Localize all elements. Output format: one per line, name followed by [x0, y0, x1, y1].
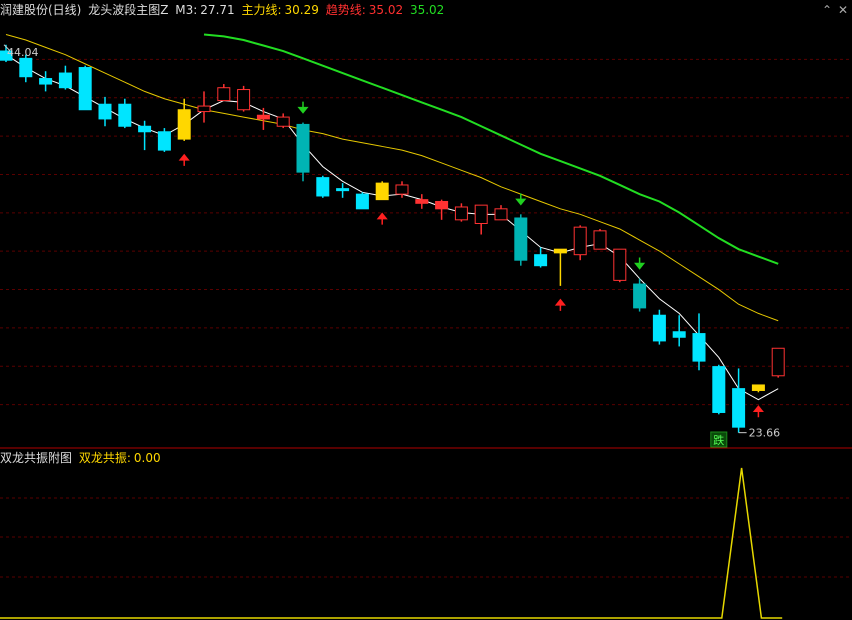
candle-body	[593, 230, 607, 250]
candle-body	[732, 388, 746, 428]
candle-body	[276, 116, 290, 127]
candle-body	[415, 199, 429, 204]
candle-body	[118, 103, 132, 127]
sell-arrow-icon	[297, 101, 309, 114]
candle-body	[375, 182, 389, 201]
candle-body	[39, 78, 53, 85]
candle-body	[672, 331, 686, 338]
stock-title: 润建股份(日线)	[0, 3, 82, 17]
main-force-ma-line	[203, 33, 779, 265]
candle-body	[514, 217, 528, 261]
candle-body	[692, 333, 706, 362]
candle-body	[157, 131, 171, 151]
candle-body	[19, 57, 33, 78]
candle-body	[316, 177, 330, 197]
chart-canvas: 44.04 23.66 跌	[0, 33, 852, 619]
buy-arrow-icon	[752, 405, 764, 418]
candle-body	[256, 114, 270, 120]
buy-arrow-icon	[376, 212, 388, 225]
candle-body	[712, 366, 726, 413]
candle-body	[58, 72, 72, 89]
m3-value: 27.71	[200, 3, 235, 17]
trend-line-value-2: 35.02	[409, 3, 445, 17]
main-line-value: 30.29	[284, 3, 319, 17]
high-price-label: 44.04	[7, 46, 39, 59]
resonance-value: 0.00	[133, 451, 161, 465]
candle-body	[652, 314, 666, 342]
candle-body	[237, 89, 251, 111]
candle-body	[454, 206, 468, 221]
buy-arrow-icon	[178, 153, 190, 166]
candle-body	[197, 105, 211, 113]
sell-arrow-icon	[634, 257, 646, 270]
trend-ma-line	[5, 34, 779, 322]
chevron-up-icon[interactable]: ⌃	[820, 3, 834, 17]
candle-body	[751, 384, 765, 391]
sub-chart-header: 双龙共振附图 双龙共振: 0.00	[0, 451, 164, 465]
low-price-label: 23.66	[749, 427, 781, 440]
m3-label: M3:	[175, 3, 198, 17]
candle-body	[355, 193, 369, 210]
trend-line-value: 35.02	[368, 3, 404, 17]
candle-body	[553, 248, 567, 254]
sub-chart-title: 双龙共振附图	[0, 451, 73, 465]
fall-badge-label: 跌	[713, 433, 724, 447]
close-icon[interactable]: ✕	[836, 3, 850, 17]
candle-body	[771, 347, 785, 377]
candle-body	[573, 226, 587, 256]
candle-body	[217, 87, 231, 102]
candle-body	[613, 248, 627, 281]
candle-body	[98, 103, 112, 120]
candle-body	[138, 125, 152, 133]
main-chart-header: 润建股份(日线) 龙头波段主图Z M3: 27.71 主力线: 30.29 趋势线:…	[0, 3, 447, 17]
buy-arrow-icon	[554, 298, 566, 311]
candle-body	[435, 200, 449, 210]
candle-body	[534, 254, 548, 267]
candle-body	[177, 109, 191, 140]
resonance-label: 双龙共振:	[78, 451, 131, 465]
candle-body	[78, 67, 92, 111]
candle-body	[296, 123, 310, 173]
candle-body	[336, 188, 350, 192]
trend-line-label: 趋势线:	[325, 3, 366, 17]
candle-body	[395, 184, 409, 195]
candle-body	[474, 204, 488, 224]
candle-body	[633, 283, 647, 309]
main-line-label: 主力线:	[241, 3, 282, 17]
indicator-name: 龙头波段主图Z	[88, 3, 169, 17]
candle-body	[494, 208, 508, 221]
resonance-line	[0, 467, 783, 619]
